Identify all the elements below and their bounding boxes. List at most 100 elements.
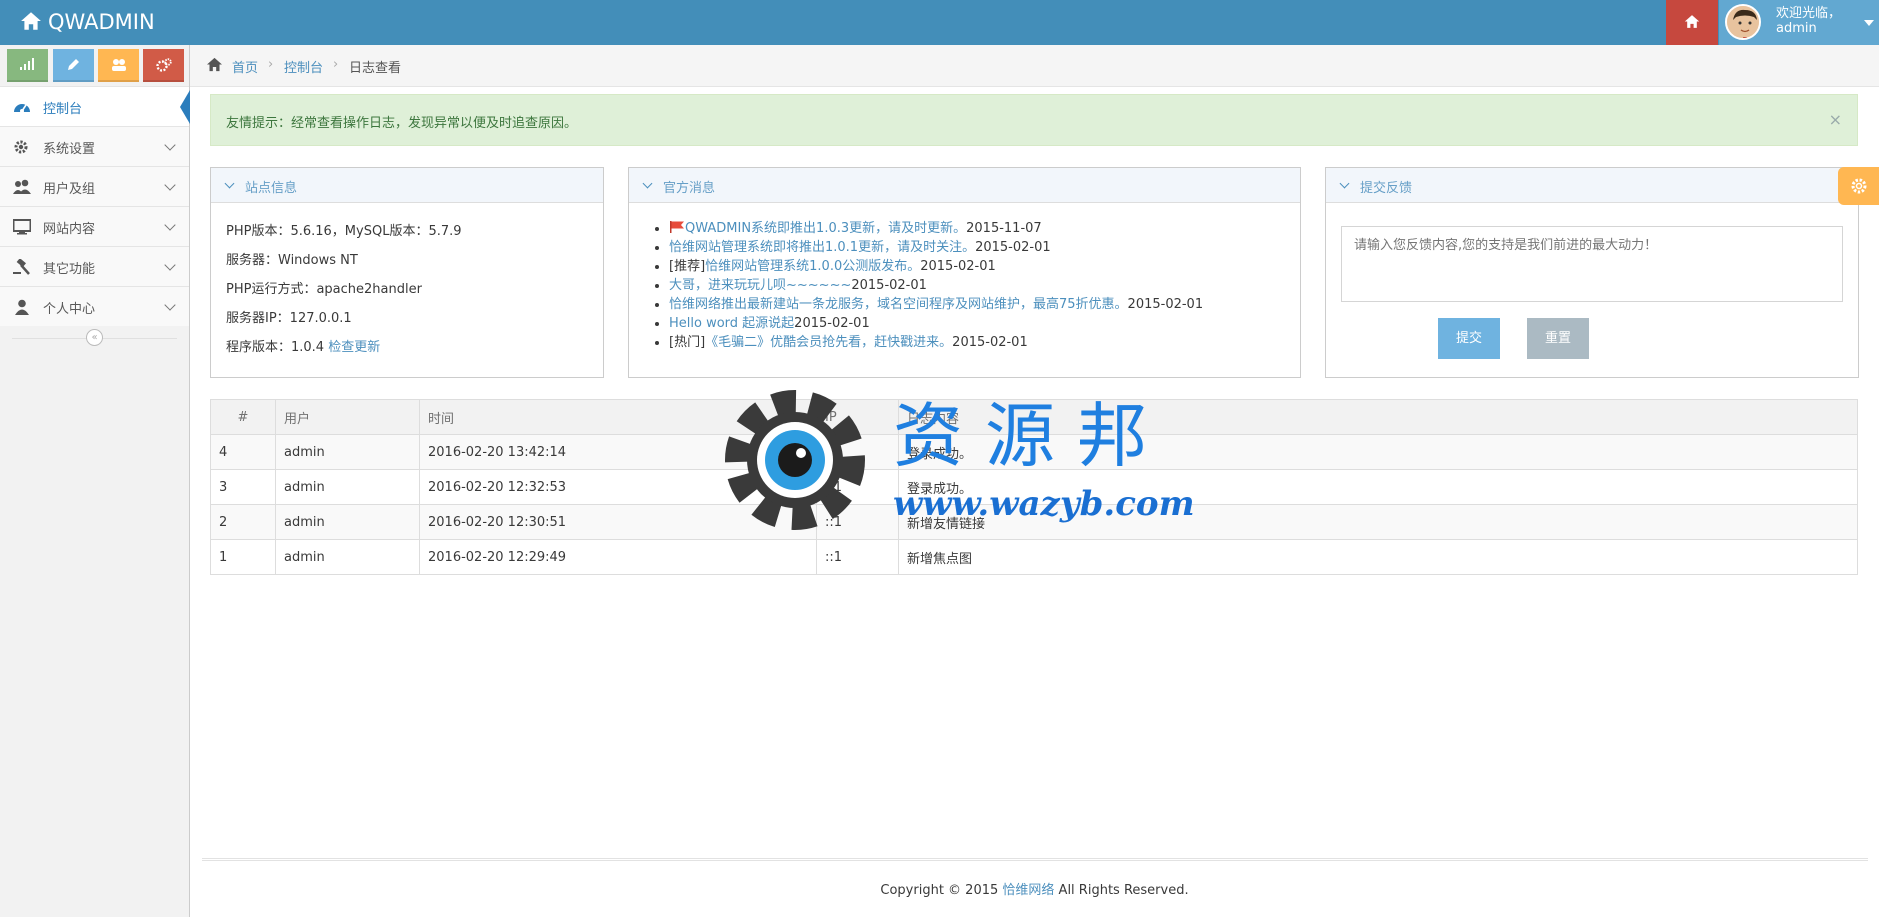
user-menu[interactable]: 欢迎光临， admin <box>1719 0 1879 45</box>
news-title[interactable]: 恰维网站管理系统即将推出1.0.1更新，请及时关注。 <box>669 240 975 255</box>
breadcrumb-dashboard-link[interactable]: 控制台 <box>284 57 323 76</box>
widget-header[interactable]: 提交反馈 <box>1326 168 1858 203</box>
news-item[interactable]: 恰维网络推出最新建站一条龙服务，域名空间程序及网站维护，最高75折优惠。2015… <box>669 295 1203 314</box>
news-item[interactable]: 恰维网站管理系统即将推出1.0.1更新，请及时关注。2015-02-01 <box>669 238 1203 257</box>
desktop-icon <box>13 219 31 235</box>
chevron-down-icon <box>164 179 176 191</box>
sidebar-item-dashboard[interactable]: 控制台 <box>0 86 190 126</box>
news-date: 2015-02-01 <box>975 240 1051 255</box>
footer-rights: All Rights Reserved. <box>1054 883 1189 898</box>
news-title[interactable]: QWADMIN系统即推出1.0.3更新，请及时更新。 <box>685 221 966 236</box>
news-item[interactable]: Hello word 起源说起2015-02-01 <box>669 314 1203 333</box>
signal-icon <box>20 58 34 70</box>
sidebar-item-system-settings[interactable]: 系统设置 <box>0 126 189 166</box>
server-os: 服务器：Windows NT <box>226 253 358 268</box>
breadcrumb-current: 日志查看 <box>349 61 402 76</box>
sidebar-item-label: 用户及组 <box>43 182 96 197</box>
php-version: PHP版本：5.6.16，MySQL版本：5.7.9 <box>226 224 462 239</box>
table-cell: 新增焦点图 <box>898 539 1858 575</box>
reset-button[interactable]: 重置 <box>1527 318 1589 359</box>
sidebar: 控制台 系统设置 用户及组 网站内容 其它功能 个人中心 « <box>0 45 190 917</box>
news-title[interactable]: 大哥，进来玩玩儿呗~~~~~~ <box>669 278 851 293</box>
submit-button[interactable]: 提交 <box>1438 318 1500 359</box>
avatar <box>1725 4 1761 40</box>
column-header: # <box>210 399 276 435</box>
sidebar-item-personal-center[interactable]: 个人中心 <box>0 286 189 326</box>
sidebar-item-label: 其它功能 <box>43 262 96 277</box>
sidebar-collapse-button[interactable]: « <box>86 329 103 346</box>
watermark: 资源邦 www.wazyb.com <box>715 380 1195 540</box>
table-row: 1 admin 2016-02-20 12:29:49 ::1 新增焦点图 <box>210 539 1858 575</box>
sidebar-item-label: 网站内容 <box>43 222 96 237</box>
brand-name: QWADMIN <box>48 10 155 34</box>
chevron-down-icon <box>642 178 653 189</box>
table-cell: admin <box>275 539 420 575</box>
news-date: 2015-02-01 <box>794 316 870 331</box>
shortcut-signal-button[interactable] <box>7 49 48 82</box>
news-title[interactable]: Hello word 起源说起 <box>669 316 794 331</box>
brand-logo[interactable]: QWADMIN <box>20 0 155 45</box>
watermark-text: 资源邦 <box>893 395 1169 477</box>
gear-icon <box>1851 178 1867 194</box>
footer-company-link[interactable]: 恰维网络 <box>1002 883 1054 898</box>
chevron-down-icon <box>164 219 176 231</box>
dashboard-icon <box>14 104 30 113</box>
news-list: QWADMIN系统即推出1.0.3更新，请及时更新。2015-11-07 恰维网… <box>669 219 1203 352</box>
table-cell: 2016-02-20 12:29:49 <box>419 539 817 575</box>
sidebar-item-users[interactable]: 用户及组 <box>0 166 189 206</box>
check-update-link[interactable]: 检查更新 <box>328 340 380 355</box>
group-icon <box>112 59 126 71</box>
news-item[interactable]: [热门]《毛骗二》优酷会员抢先看，赶快戳进来。2015-02-01 <box>669 333 1203 352</box>
widget-header[interactable]: 站点信息 <box>211 168 603 203</box>
table-cell: 4 <box>210 434 276 470</box>
news-item[interactable]: 大哥，进来玩玩儿呗~~~~~~2015-02-01 <box>669 276 1203 295</box>
user-icon <box>15 299 29 315</box>
official-news-widget: 官方消息 QWADMIN系统即推出1.0.3更新，请及时更新。2015-11-0… <box>628 167 1301 378</box>
feedback-textarea[interactable] <box>1341 226 1843 302</box>
news-date: 2015-02-01 <box>920 259 996 274</box>
cogs-icon <box>156 58 172 72</box>
sidebar-item-label: 控制台 <box>43 102 83 117</box>
table-cell: admin <box>275 434 420 470</box>
shortcut-pencil-button[interactable] <box>53 49 94 82</box>
news-item[interactable]: [推荐]恰维网站管理系统1.0.0公测版发布。2015-02-01 <box>669 257 1203 276</box>
breadcrumb-separator: › <box>268 57 274 72</box>
home-icon <box>1684 15 1700 28</box>
table-cell: 3 <box>210 469 276 505</box>
news-date: 2015-02-01 <box>952 335 1028 350</box>
widget-header[interactable]: 官方消息 <box>629 168 1300 203</box>
news-title[interactable]: 《毛骗二》优酷会员抢先看，赶快戳进来。 <box>705 335 952 350</box>
chevron-down-icon <box>164 259 176 271</box>
users-icon <box>13 179 31 194</box>
news-date: 2015-11-07 <box>966 221 1042 236</box>
news-title[interactable]: 恰维网络推出最新建站一条龙服务，域名空间程序及网站维护，最高75折优惠。 <box>669 297 1128 312</box>
top-navbar: QWADMIN 欢迎光临， admin <box>0 0 1879 45</box>
user-name: admin <box>1776 21 1817 36</box>
caret-down-icon <box>1864 20 1874 26</box>
sidebar-shortcuts <box>7 49 187 83</box>
program-version-text: 程序版本：1.0.4 <box>226 340 325 355</box>
news-title[interactable]: 恰维网站管理系统1.0.0公测版发布。 <box>705 259 920 274</box>
footer-copyright: Copyright © 2015 <box>880 883 1003 898</box>
sidebar-menu: 控制台 系统设置 用户及组 网站内容 其它功能 个人中心 <box>0 86 190 326</box>
close-icon[interactable]: × <box>1829 110 1842 129</box>
news-item[interactable]: QWADMIN系统即推出1.0.3更新，请及时更新。2015-11-07 <box>669 219 1203 238</box>
shortcut-group-button[interactable] <box>98 49 139 82</box>
footer: Copyright © 2015 恰维网络 All Rights Reserve… <box>0 879 1879 898</box>
gavel-icon <box>13 259 30 275</box>
user-greeting: 欢迎光临， <box>1776 6 1842 21</box>
sidebar-item-site-content[interactable]: 网站内容 <box>0 206 189 246</box>
breadcrumb-home-link[interactable]: 首页 <box>232 57 258 76</box>
sidebar-item-other-functions[interactable]: 其它功能 <box>0 246 189 286</box>
shortcut-cogs-button[interactable] <box>143 49 184 82</box>
ace-settings-button[interactable] <box>1838 167 1879 205</box>
breadcrumb: 首页 › 控制台 › 日志查看 <box>190 45 1879 87</box>
feedback-widget: 提交反馈 提交 重置 <box>1325 167 1859 378</box>
widget-title: 站点信息 <box>245 181 298 196</box>
home-icon <box>207 57 222 72</box>
chevron-down-icon <box>164 139 176 151</box>
alert-text: 友情提示：经常查看操作日志，发现异常以便及时追查原因。 <box>226 116 578 131</box>
nav-home-button[interactable] <box>1666 0 1718 45</box>
table-cell: admin <box>275 469 420 505</box>
breadcrumb-separator: › <box>333 57 339 72</box>
